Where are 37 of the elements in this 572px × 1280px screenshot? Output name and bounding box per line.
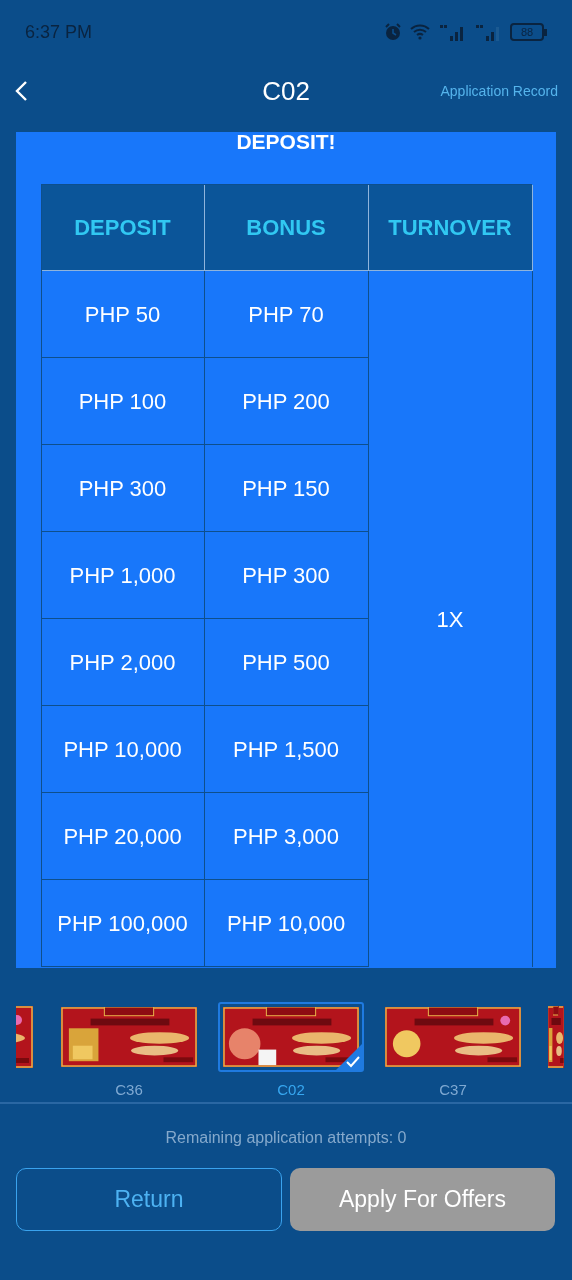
- page-title: C02: [262, 74, 310, 108]
- table-cell: PHP 50: [41, 271, 205, 358]
- return-button[interactable]: Return: [16, 1168, 282, 1231]
- table-cell: PHP 200: [204, 358, 369, 445]
- table-cell: PHP 150: [204, 445, 369, 532]
- alarm-icon: [384, 23, 402, 41]
- signal-icon: [438, 23, 466, 41]
- offer-thumbnail[interactable]: C36: [56, 1002, 202, 1102]
- check-icon: [336, 1044, 362, 1070]
- column-header: BONUS: [204, 185, 369, 271]
- table-cell: PHP 10,000: [204, 880, 369, 967]
- remaining-attempts: Remaining application attempts: 0: [164, 1128, 408, 1148]
- column-header: DEPOSIT: [41, 185, 205, 271]
- table-cell: PHP 300: [204, 532, 369, 619]
- table-cell: PHP 500: [204, 619, 369, 706]
- promo-heading: DEPOSIT!: [236, 132, 336, 153]
- offer-label: C37: [439, 1080, 467, 1100]
- offer-label: C36: [115, 1080, 143, 1100]
- application-record-link[interactable]: Application Record: [440, 80, 558, 102]
- table-cell: PHP 10,000: [41, 706, 205, 793]
- signal-icon: [474, 23, 502, 41]
- battery-icon: 88: [510, 23, 547, 41]
- column-header: TURNOVER: [368, 185, 533, 271]
- table-cell: PHP 3,000: [204, 793, 369, 880]
- table-cell: PHP 100: [41, 358, 205, 445]
- status-time: 6:37 PM: [25, 20, 93, 44]
- table-cell: PHP 20,000: [41, 793, 205, 880]
- offer-thumbnail[interactable]: C37: [380, 1002, 526, 1102]
- table-cell: PHP 70: [204, 271, 369, 358]
- table-cell: PHP 300: [41, 445, 205, 532]
- table-cell: 1X: [368, 271, 533, 967]
- table-cell: PHP 2,000: [41, 619, 205, 706]
- offer-label: C02: [277, 1080, 305, 1100]
- table-cell: PHP 1,500: [204, 706, 369, 793]
- wifi-icon: [410, 24, 430, 40]
- table-cell: PHP 1,000: [41, 532, 205, 619]
- table-cell: PHP 100,000: [41, 880, 205, 967]
